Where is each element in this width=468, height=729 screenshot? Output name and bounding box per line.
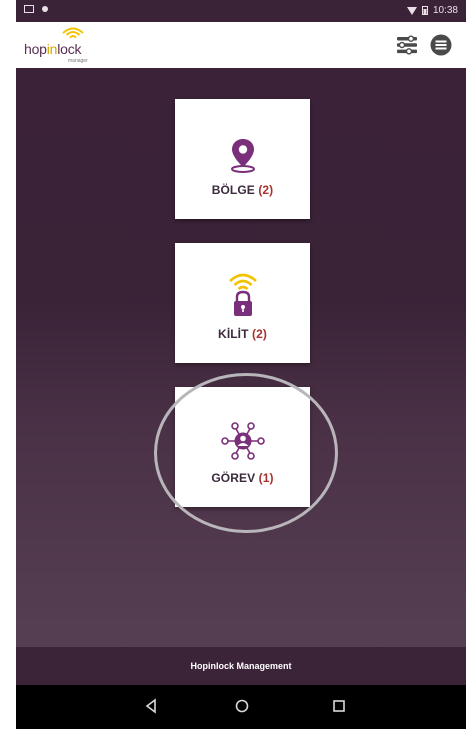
filter-list-icon[interactable] — [396, 34, 418, 56]
logo-subtitle: manager — [68, 58, 88, 64]
home-icon[interactable] — [234, 698, 250, 714]
footer-text: Hopinlock Management — [190, 661, 292, 671]
screenshot-icon — [24, 5, 34, 13]
tile-bolge[interactable]: BÖLGE (2) — [175, 99, 310, 219]
device-screen: 10:38 hopinlock manager BÖLGE (2) KİLİT … — [16, 0, 466, 729]
tile-kilit[interactable]: KİLİT (2) — [175, 243, 310, 363]
status-bar: 10:38 — [16, 0, 466, 22]
android-nav-bar — [16, 685, 466, 729]
tile-count: (2) — [251, 327, 267, 341]
status-time: 10:38 — [432, 5, 458, 16]
padlock-wifi-icon — [228, 273, 257, 316]
wifi-signal-icon — [406, 6, 417, 15]
location-pin-icon — [230, 139, 255, 173]
hopinlock-logo[interactable]: hopinlock manager — [24, 27, 134, 65]
recents-icon[interactable] — [332, 698, 346, 714]
logo-wordmark: hopinlock — [24, 41, 82, 57]
tile-label: BÖLGE (2) — [211, 183, 274, 197]
highlight-ring — [154, 373, 338, 533]
location-dot-icon — [42, 6, 48, 12]
tile-count: (2) — [258, 183, 274, 197]
menu-circle-icon[interactable] — [430, 34, 452, 56]
tile-label: KİLİT (2) — [218, 327, 267, 341]
battery-icon — [421, 6, 428, 15]
footer: Hopinlock Management — [16, 647, 466, 685]
dashboard-content: BÖLGE (2) KİLİT (2) GÖREV (1) — [16, 68, 466, 647]
back-icon[interactable] — [144, 698, 158, 714]
app-bar: hopinlock manager — [16, 22, 466, 68]
logo-wifi-icon — [62, 27, 84, 39]
